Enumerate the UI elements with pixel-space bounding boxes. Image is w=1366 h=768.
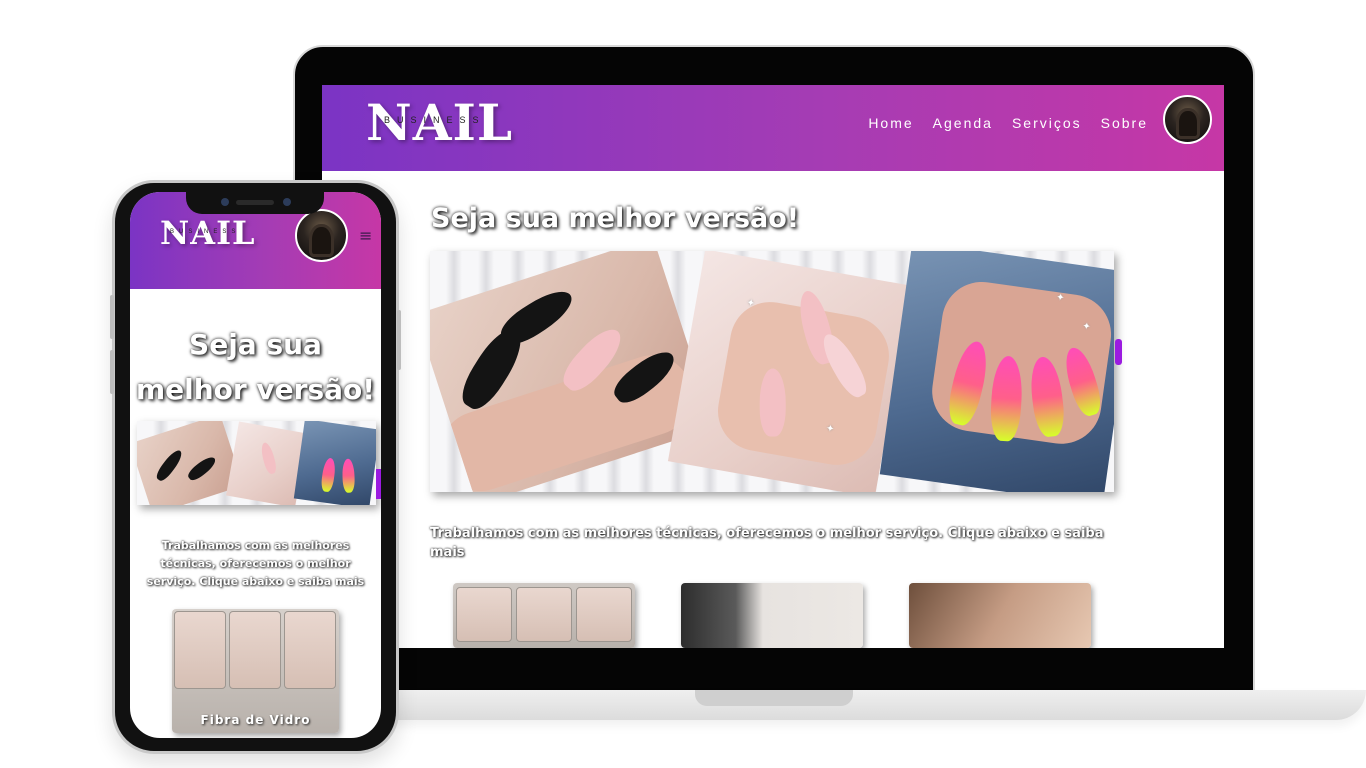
phone-sensor bbox=[283, 198, 291, 206]
hamburger-icon[interactable]: ≡ bbox=[359, 226, 372, 245]
phone-camera bbox=[221, 198, 229, 206]
laptop-screen: NAIL BUSINESS Home Agenda Serviços Sobre… bbox=[322, 85, 1224, 648]
service-card-fibra[interactable] bbox=[453, 583, 635, 648]
phone-carousel-next-tab[interactable] bbox=[376, 469, 381, 499]
phone-avatar[interactable] bbox=[295, 209, 348, 262]
nail-banner-image: ✦ ✦ ✦ ✦ bbox=[430, 251, 1114, 492]
phone-screen: NAIL BUSINESS ≡ Seja sua melhor versão! … bbox=[130, 192, 381, 738]
nav-agenda[interactable]: Agenda bbox=[933, 115, 993, 131]
phone-service-card-fibra[interactable]: Fibra de Vidro bbox=[172, 609, 339, 733]
banner-photo-pink-nails: ✦ ✦ bbox=[667, 251, 913, 492]
phone-volume-up bbox=[110, 295, 114, 339]
service-card-label: Fibra de Vidro bbox=[200, 713, 311, 727]
phone-headline-line-2: melhor versão! bbox=[135, 373, 376, 406]
service-card-2[interactable] bbox=[681, 583, 863, 648]
phone-power-button bbox=[397, 310, 401, 370]
service-card-3[interactable] bbox=[909, 583, 1091, 648]
avatar[interactable] bbox=[1163, 95, 1212, 144]
main-nav: Home Agenda Serviços Sobre bbox=[868, 115, 1148, 131]
carousel-next-tab[interactable] bbox=[1115, 339, 1122, 365]
page-headline: Seja sua melhor versão! bbox=[431, 203, 800, 234]
phone-speaker bbox=[236, 200, 274, 205]
intro-text: Trabalhamos com as melhores técnicas, of… bbox=[430, 526, 1104, 560]
phone-logo-subtitle: BUSINESS bbox=[170, 229, 241, 235]
logo-subtitle: BUSINESS bbox=[384, 115, 486, 125]
banner-photo-neon-nails: ✦ ✦ bbox=[879, 251, 1114, 492]
nav-home[interactable]: Home bbox=[868, 115, 913, 131]
laptop-notch bbox=[695, 690, 853, 706]
nav-servicos[interactable]: Serviços bbox=[1012, 115, 1082, 131]
site-header: NAIL BUSINESS Home Agenda Serviços Sobre bbox=[322, 85, 1224, 171]
phone-intro-text: Trabalhamos com as melhores técnicas, of… bbox=[146, 539, 365, 588]
phone-headline-line-1: Seja sua bbox=[189, 328, 322, 361]
nav-sobre[interactable]: Sobre bbox=[1101, 115, 1148, 131]
phone-page-headline: Seja sua melhor versão! bbox=[130, 322, 381, 412]
laptop-base bbox=[350, 690, 1366, 720]
phone-volume-down bbox=[110, 350, 114, 394]
phone-nail-banner-image bbox=[137, 421, 376, 505]
phone-banner-photo-neon-nails bbox=[293, 421, 376, 505]
